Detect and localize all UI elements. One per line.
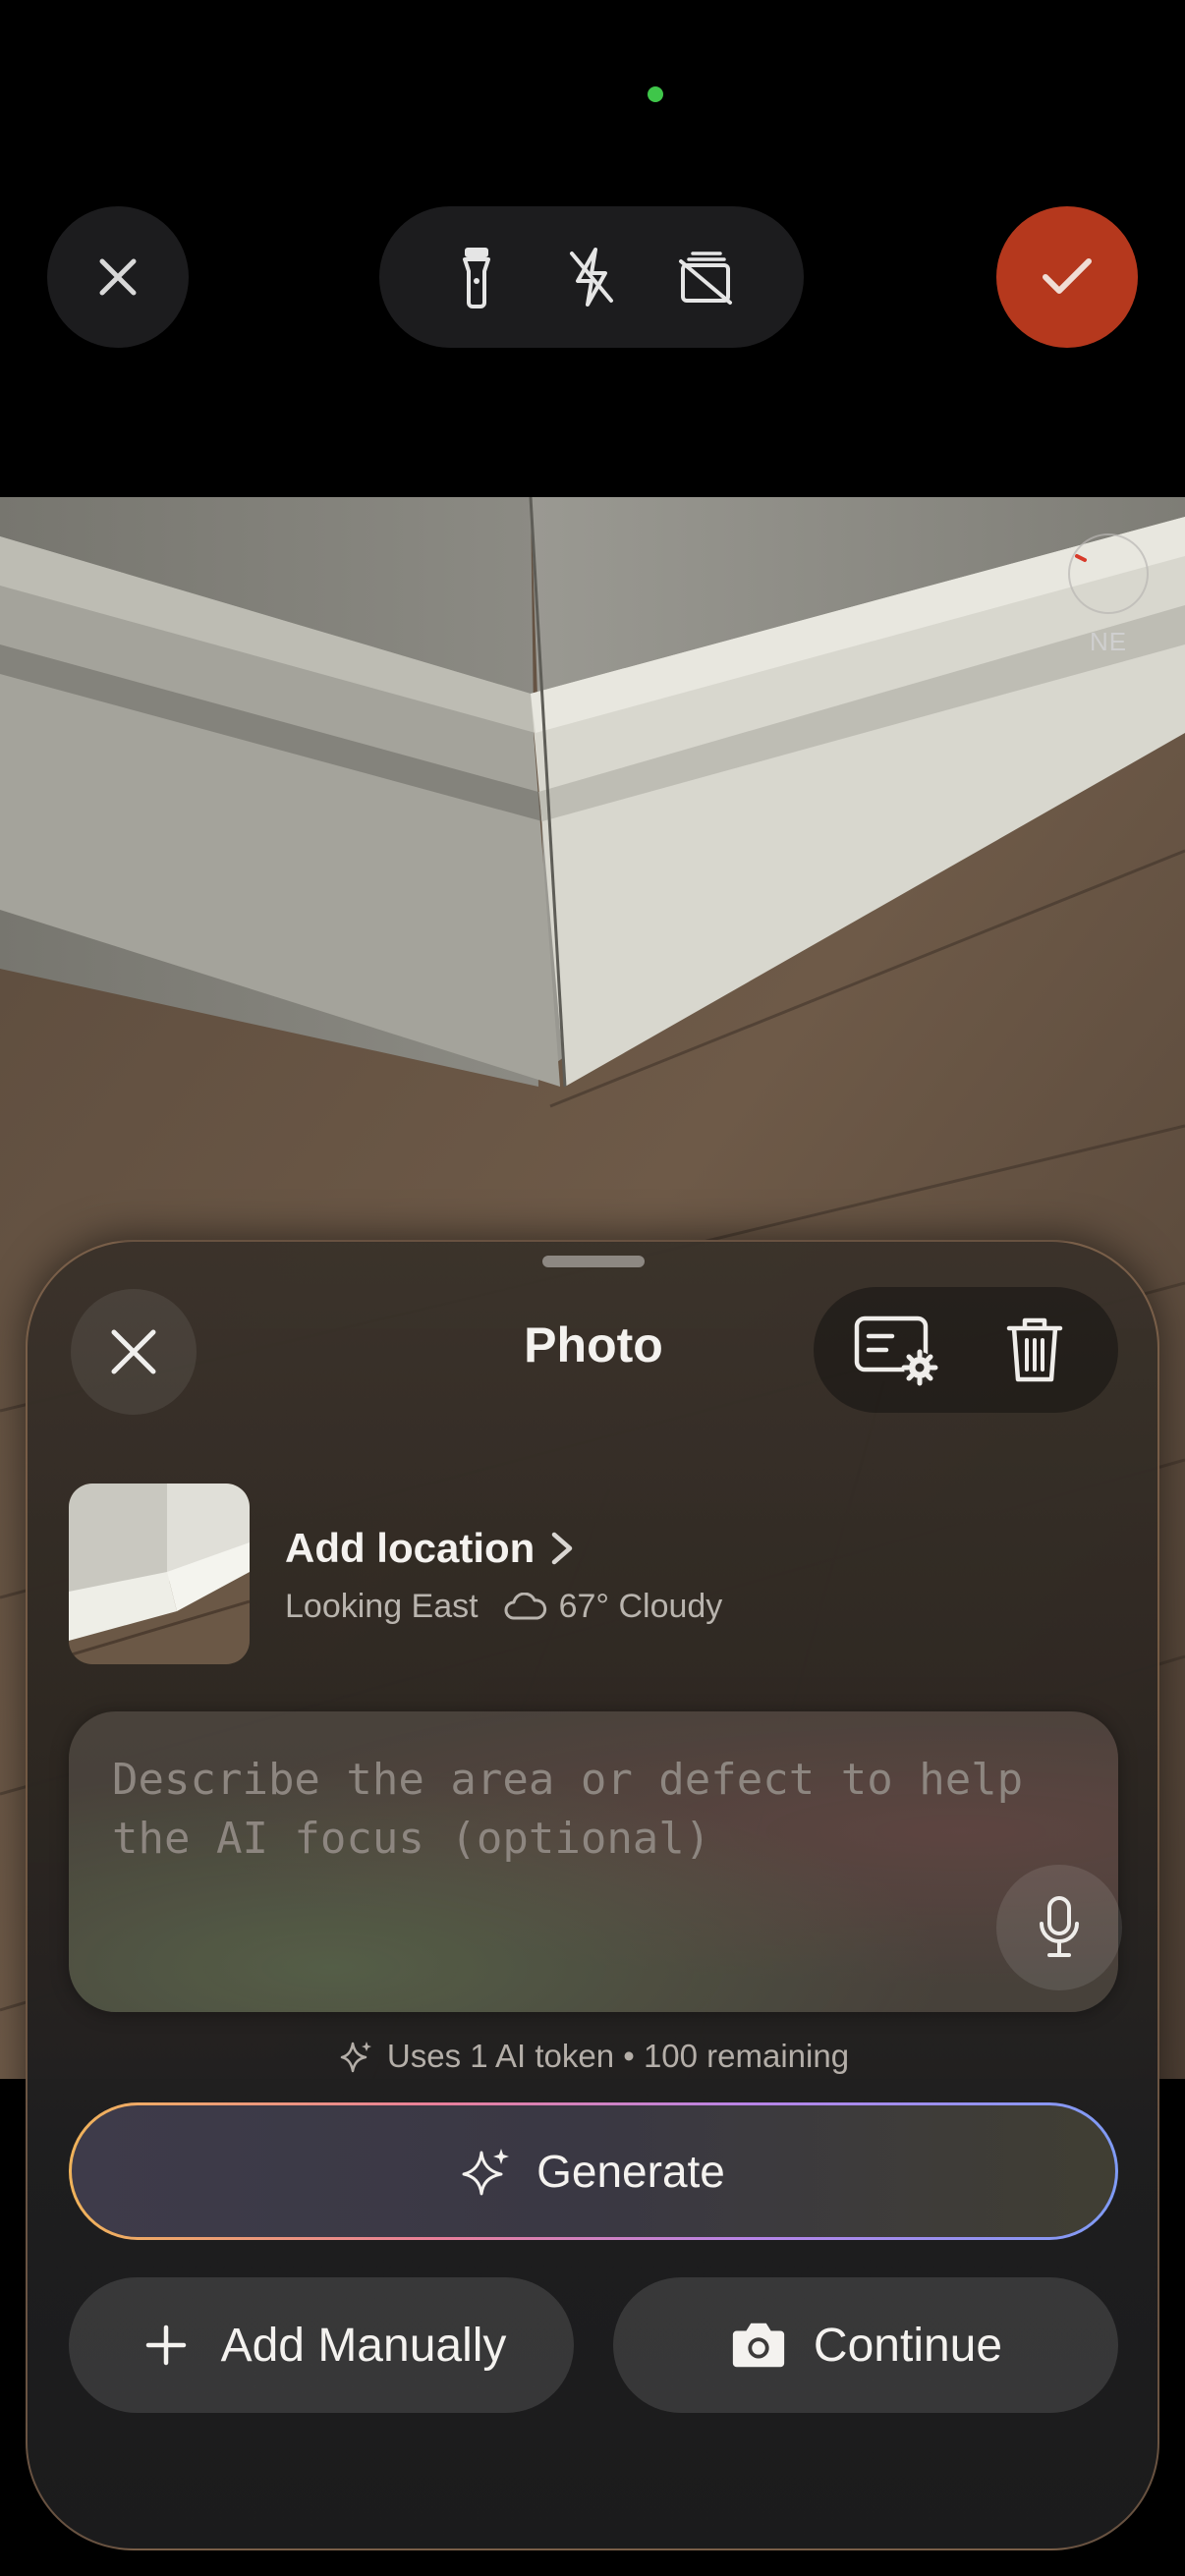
- close-icon: [111, 1329, 156, 1374]
- chevron-right-icon: [550, 1529, 580, 1568]
- delete-photo-button[interactable]: [981, 1296, 1089, 1404]
- generate-label: Generate: [536, 2146, 725, 2197]
- ai-token-note: Uses 1 AI token • 100 remaining: [28, 2038, 1161, 2075]
- confirm-button[interactable]: [996, 206, 1138, 348]
- voice-input-button[interactable]: [996, 1865, 1122, 1990]
- generate-button[interactable]: Generate: [69, 2102, 1118, 2240]
- photo-sheet: Photo Add location Looking East 67° Clou…: [26, 1240, 1159, 2550]
- card-settings-icon: [854, 1316, 937, 1386]
- camera-icon: [729, 2316, 788, 2375]
- photo-settings-button[interactable]: [844, 1296, 952, 1404]
- stack-off-icon: [679, 252, 733, 305]
- add-manually-label: Add Manually: [220, 2319, 507, 2372]
- close-sheet-button[interactable]: [71, 1289, 197, 1415]
- ai-prompt-input[interactable]: [112, 1751, 1036, 1908]
- location-meta: Looking East 67° Cloudy: [285, 1588, 722, 1626]
- facing-direction: Looking East: [285, 1588, 479, 1625]
- plus-icon: [137, 2316, 196, 2375]
- close-icon: [99, 258, 137, 296]
- compass-dial-icon: [1068, 533, 1149, 614]
- continue-label: Continue: [813, 2319, 1003, 2372]
- sparkle-icon: [340, 2040, 373, 2073]
- cloud-icon: [504, 1591, 549, 1624]
- camera-tools: [379, 206, 804, 348]
- live-photo-toggle-button[interactable]: [667, 238, 746, 316]
- add-location-link[interactable]: Add location: [285, 1525, 580, 1572]
- flash-toggle-button[interactable]: [552, 238, 631, 316]
- sheet-title: Photo: [524, 1317, 663, 1372]
- flashlight-button[interactable]: [437, 238, 516, 316]
- sheet-actions: [814, 1287, 1118, 1413]
- camera-active-indicator: [648, 86, 663, 102]
- add-manually-button[interactable]: Add Manually: [69, 2277, 574, 2413]
- flash-off-icon: [569, 248, 613, 307]
- flashlight-icon: [462, 248, 490, 308]
- compass-heading: NE: [1089, 627, 1128, 656]
- sheet-grabber[interactable]: [542, 1256, 645, 1267]
- microphone-icon: [1040, 1896, 1079, 1957]
- add-location-label: Add location: [285, 1525, 536, 1571]
- checkmark-icon: [1043, 258, 1092, 294]
- continue-button[interactable]: Continue: [613, 2277, 1118, 2413]
- sparkle-icon: [462, 2147, 511, 2196]
- weather-text: 67° Cloudy: [558, 1588, 723, 1625]
- close-camera-button[interactable]: [47, 206, 189, 348]
- photo-thumbnail[interactable]: [69, 1484, 250, 1664]
- baseboard-thumbnail-image: [69, 1484, 250, 1664]
- trash-icon: [1006, 1317, 1062, 1382]
- ai-token-text: Uses 1 AI token • 100 remaining: [386, 2038, 850, 2074]
- ai-prompt-box: [69, 1711, 1122, 2012]
